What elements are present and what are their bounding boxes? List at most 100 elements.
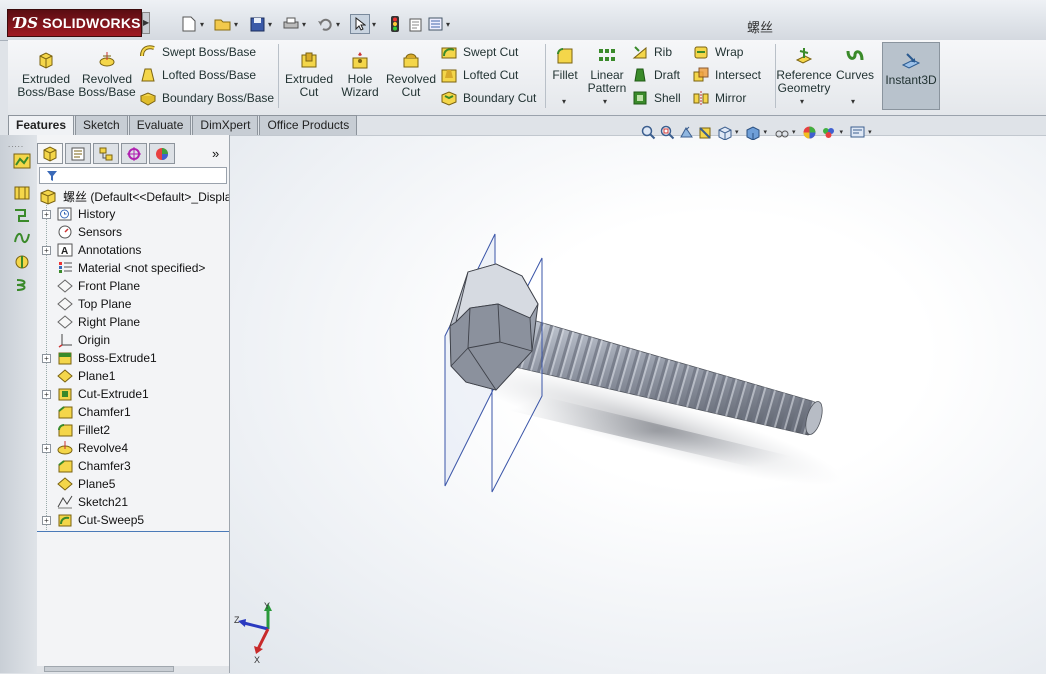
toolbar-grip[interactable]: .....	[8, 140, 24, 149]
fillet-dropdown[interactable]: ▾	[562, 97, 566, 106]
tree-item-annotations[interactable]: + A Annotations	[37, 241, 229, 259]
solidworks-logo[interactable]: ƊS SOLIDWORKS	[7, 9, 142, 37]
new-dropdown[interactable]: ▾	[200, 20, 208, 29]
expand-toggle-icon[interactable]: +	[42, 246, 51, 255]
tree-item-top-plane[interactable]: Top Plane	[37, 295, 229, 313]
select-icon[interactable]	[350, 14, 370, 34]
revolve-tool-icon[interactable]	[13, 254, 31, 270]
expand-toggle-icon[interactable]: +	[42, 390, 51, 399]
tree-item-cut-sweep5[interactable]: + Cut-Sweep5	[37, 511, 229, 529]
display-manager-tab[interactable]	[149, 143, 175, 164]
reference-geometry-button[interactable]: Reference Geometry	[772, 46, 836, 95]
tree-item-right-plane[interactable]: Right Plane	[37, 313, 229, 331]
swept-cut-button[interactable]: Swept Cut	[441, 44, 518, 60]
instant3d-button[interactable]: Instant3D	[882, 42, 940, 110]
reference-geometry-dropdown[interactable]: ▾	[800, 97, 804, 106]
tree-item-sensors[interactable]: Sensors	[37, 223, 229, 241]
curves-dropdown[interactable]: ▾	[851, 97, 855, 106]
tab-office-products[interactable]: Office Products	[259, 115, 358, 135]
tree-item-cut-extrude1[interactable]: + Cut-Extrude1	[37, 385, 229, 403]
tree-item-revolve4[interactable]: + Revolve4	[37, 439, 229, 457]
hole-wizard-button[interactable]: Hole Wizard	[336, 50, 384, 99]
new-icon[interactable]	[180, 15, 198, 33]
helix-tool-icon[interactable]	[13, 277, 31, 293]
feature-tree-filter[interactable]	[39, 167, 227, 184]
tree-item-origin[interactable]: Origin	[37, 331, 229, 349]
extrude-tool-icon[interactable]	[13, 185, 31, 201]
tab-features[interactable]: Features	[8, 115, 75, 137]
expand-toggle-icon[interactable]: +	[42, 354, 51, 363]
save-icon[interactable]	[248, 15, 266, 33]
display-style-dropdown[interactable]: ▾	[764, 128, 768, 136]
configuration-manager-tab[interactable]	[93, 143, 119, 164]
save-dropdown[interactable]: ▾	[268, 20, 276, 29]
boundary-cut-button[interactable]: Boundary Cut	[441, 90, 536, 106]
tree-item-sketch21[interactable]: Sketch21	[37, 493, 229, 511]
tree-item-chamfer1[interactable]: Chamfer1	[37, 403, 229, 421]
boundary-boss-button[interactable]: Boundary Boss/Base	[140, 90, 274, 106]
rebuild-icon[interactable]	[386, 15, 404, 33]
expand-toggle-icon[interactable]: +	[42, 210, 51, 219]
tab-evaluate[interactable]: Evaluate	[128, 115, 192, 135]
expand-toggle-icon[interactable]: +	[42, 516, 51, 525]
print-icon[interactable]	[282, 15, 300, 33]
bolt-model[interactable]	[230, 136, 1046, 674]
extruded-boss-button[interactable]: Extruded Boss/Base	[17, 50, 75, 99]
rollback-bar[interactable]	[37, 531, 229, 532]
tree-item-history[interactable]: + History	[37, 205, 229, 223]
left-vertical-toolbar: .....	[0, 135, 38, 673]
undo-icon[interactable]	[316, 15, 334, 33]
select-dropdown[interactable]: ▾	[372, 20, 380, 29]
extruded-cut-button[interactable]: Extruded Cut	[282, 50, 336, 99]
rib-button[interactable]: Rib	[632, 44, 672, 60]
swept-boss-button[interactable]: Swept Boss/Base	[140, 44, 256, 60]
expand-toggle-icon[interactable]: +	[42, 444, 51, 453]
tree-item-plane1[interactable]: Plane1	[37, 367, 229, 385]
tree-item-chamfer3[interactable]: Chamfer3	[37, 457, 229, 475]
spline-tool-icon[interactable]	[13, 230, 31, 246]
wrap-button[interactable]: Wrap	[693, 44, 743, 60]
more-tabs-chevron[interactable]: »	[212, 146, 219, 161]
revolved-cut-button[interactable]: Revolved Cut	[386, 50, 436, 99]
sketch-tool-icon[interactable]	[13, 153, 31, 169]
file-properties-icon[interactable]	[406, 15, 424, 33]
tree-item-material-not-specified[interactable]: Material <not specified>	[37, 259, 229, 277]
scrollbar-thumb[interactable]	[44, 666, 174, 672]
graphics-viewport[interactable]: ▾ ▾ ▾ ▾ ▾ Y Z X	[230, 125, 1046, 674]
tree-item-plane5[interactable]: Plane5	[37, 475, 229, 493]
linear-pattern-dropdown[interactable]: ▾	[603, 97, 607, 106]
tree-item-boss-extrude1[interactable]: + Boss-Extrude1	[37, 349, 229, 367]
revolved-boss-button[interactable]: Revolved Boss/Base	[78, 50, 136, 99]
feature-tree-tab[interactable]	[37, 143, 63, 164]
apply-scene-dropdown[interactable]: ▾	[840, 128, 844, 136]
mirror-button[interactable]: Mirror	[693, 90, 746, 106]
options-icon[interactable]	[426, 15, 444, 33]
part-name-label: 螺丝 (Default<<Default>_Displa	[63, 190, 229, 204]
panel-horizontal-scrollbar[interactable]	[37, 666, 229, 673]
intersect-button[interactable]: Intersect	[693, 67, 761, 83]
lofted-boss-button[interactable]: Lofted Boss/Base	[140, 67, 256, 83]
dimxpert-manager-tab[interactable]	[121, 143, 147, 164]
undo-dropdown[interactable]: ▾	[336, 20, 344, 29]
linear-pattern-button[interactable]: Linear Pattern	[586, 46, 628, 95]
open-icon[interactable]	[214, 15, 232, 33]
draft-button[interactable]: Draft	[632, 67, 680, 83]
print-dropdown[interactable]: ▾	[302, 20, 310, 29]
view-settings-dropdown[interactable]: ▾	[868, 128, 872, 136]
line-tool-icon[interactable]	[13, 207, 31, 223]
lofted-cut-button[interactable]: Lofted Cut	[441, 67, 518, 83]
curves-button[interactable]: Curves	[836, 46, 874, 82]
property-manager-tab[interactable]	[65, 143, 91, 164]
view-orientation-dropdown[interactable]: ▾	[735, 128, 739, 136]
tree-item-fillet2[interactable]: Fillet2	[37, 421, 229, 439]
options-dropdown[interactable]: ▾	[446, 20, 454, 29]
tab-sketch[interactable]: Sketch	[75, 115, 128, 135]
tab-dimxpert[interactable]: DimXpert	[192, 115, 259, 135]
shell-button[interactable]: Shell	[632, 90, 681, 106]
menu-expand-arrow[interactable]: ▶	[142, 12, 150, 34]
hide-show-dropdown[interactable]: ▾	[792, 128, 796, 136]
tree-root-part[interactable]: 螺丝 (Default<<Default>_Displa	[39, 188, 229, 205]
fillet-button[interactable]: Fillet	[548, 46, 582, 82]
tree-item-front-plane[interactable]: Front Plane	[37, 277, 229, 295]
open-dropdown[interactable]: ▾	[234, 20, 242, 29]
